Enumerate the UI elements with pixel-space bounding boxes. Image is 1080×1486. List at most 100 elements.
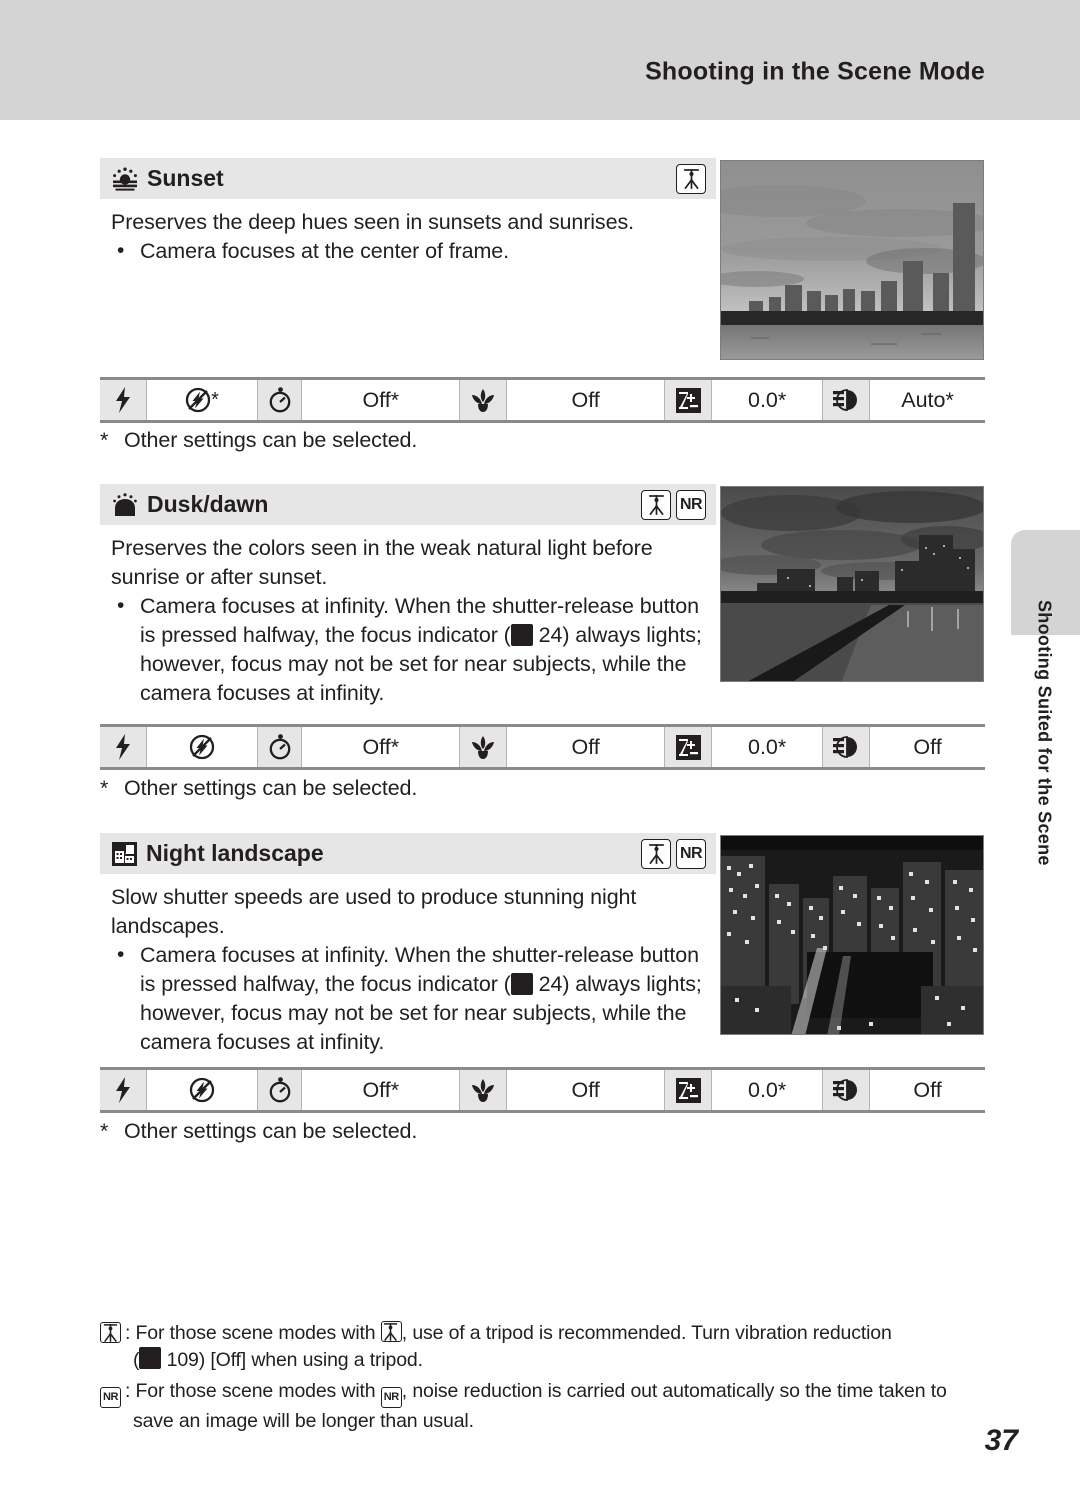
tripod-icon [676,163,706,194]
self-timer-value: Off* [302,1070,461,1110]
list-item: Camera focuses at infinity. When the shu… [111,591,716,708]
image-brightness-icon [823,380,871,420]
footnote-text: Other settings can be selected. [124,1119,418,1143]
scene-name: Sunset [147,165,224,191]
list-item: Camera focuses at the center of frame. [111,236,716,266]
scene-badges: NR [641,838,706,869]
footnote-text: Other settings can be selected. [124,428,418,452]
scene-badges [676,163,706,194]
tripod-icon [100,1320,121,1347]
bullet-line-4: however, focus may not be set for near s… [140,1001,687,1025]
flash-icon [100,380,147,420]
scene-text-column: Night landscape NR Slow shutter speeds a… [100,833,716,1057]
settings-row-sunset: * Off* Off 0.0* Auto* [100,377,985,423]
macro-value: Off [507,727,666,767]
nr-note-b: , noise reduction is carried out automat… [401,1380,947,1402]
tripod-note-text: : For those scene modes with , use of a … [125,1320,1000,1347]
exposure-value: 0.0* [711,380,824,420]
exposure-value: 0.0* [711,1070,824,1110]
bullet-line-2: is pressed halfway, the focus indicator … [140,972,511,996]
footnote-marker: * [100,428,109,452]
flash-value-cell [146,727,259,767]
scene-name: Dusk/dawn [147,491,269,517]
scene-bullet-list: Camera focuses at the center of frame. [111,236,716,266]
footnote-marker: * [100,776,109,800]
scene-body: Slow shutter speeds are used to produce … [100,874,716,1057]
macro-value: Off [507,380,666,420]
self-timer-icon [258,727,303,767]
nr-icon: NR [676,489,706,520]
exposure-compensation-icon [665,727,712,767]
flash-off-icon [185,387,211,413]
tripod-note-a: : For those scene modes with [125,1322,381,1344]
page-content: Sunset Preserves the deep hues seen in s… [0,0,1080,1486]
bullet-line-2: is pressed halfway, the focus indicator … [140,623,511,647]
exposure-value: 0.0* [711,727,824,767]
nr-note-line2: save an image will be longer than usual. [100,1408,1000,1435]
flash-off-icon [189,734,215,760]
dusk-dawn-photo [720,486,984,682]
settings-footnote-night-landscape: * Other settings can be selected. [100,1119,417,1144]
nr-note: NR : For those scene modes with NR, nois… [100,1378,1000,1408]
image-brightness-value: Auto* [870,380,985,420]
focus-indicator-icon [510,624,533,646]
tripod-icon [641,838,671,869]
tripod-note-d: 109) [Off] when using a tripod. [166,1349,423,1371]
settings-row-dusk-dawn: Off* Off 0.0* Off [100,724,985,770]
scene-header: Night landscape NR [100,833,716,874]
nr-note-c: save an image will be longer than usual. [133,1410,474,1432]
tripod-note: : For those scene modes with , use of a … [100,1320,1000,1347]
scene-bullet-list: Camera focuses at infinity. When the shu… [111,591,716,708]
exposure-compensation-icon [665,380,712,420]
bullet-line-1: Camera focuses at infinity. When the shu… [140,943,699,967]
bullet-line-4: however, focus may not be set for near s… [140,652,687,676]
settings-footnote-dusk-dawn: * Other settings can be selected. [100,776,417,801]
nr-icon-inline: NR [380,1387,402,1408]
macro-icon [460,1070,508,1110]
scene-description: Preserves the colors seen in the weak na… [111,536,653,589]
tripod-icon-inline [380,1321,402,1342]
focus-indicator-icon [510,973,533,995]
image-brightness-icon [823,727,871,767]
scene-body: Preserves the colors seen in the weak na… [100,525,716,708]
flash-icon [100,1070,147,1110]
dusk-dawn-icon [112,492,138,517]
sunset-icon [112,167,138,191]
flash-icon [100,727,147,767]
footer-notes: : For those scene modes with , use of a … [100,1320,1000,1435]
scene-header: Dusk/dawn NR [100,484,716,525]
nr-note-text: : For those scene modes with NR, noise r… [125,1378,1000,1408]
scene-text-column: Dusk/dawn NR Preserves the colors seen i… [100,484,716,708]
scene-body: Preserves the deep hues seen in sunsets … [100,199,716,266]
sunset-photo [720,160,984,360]
list-item: Camera focuses at infinity. When the shu… [111,940,716,1057]
scene-title-row: Night landscape [112,840,324,867]
scene-text-column: Sunset Preserves the deep hues seen in s… [100,158,716,266]
self-timer-value: Off* [302,727,461,767]
bullet-line-1: Camera focuses at infinity. When the shu… [140,594,699,618]
settings-row-night-landscape: Off* Off 0.0* Off [100,1067,985,1113]
scene-title-row: Dusk/dawn [112,491,268,518]
flash-value-cell [146,1070,259,1110]
focus-indicator-icon [139,1347,162,1369]
night-landscape-photo [720,835,984,1035]
night-landscape-icon [112,841,137,866]
macro-icon [460,380,508,420]
scene-description: Slow shutter speeds are used to produce … [111,885,637,938]
footnote-marker: * [100,1119,109,1143]
macro-value: Off [507,1070,666,1110]
image-brightness-icon [823,1070,871,1110]
page-number: 37 [984,1424,1018,1457]
tripod-note-b: , use of a tripod is recommended. Turn v… [401,1322,892,1344]
nr-icon: NR [676,838,706,869]
tripod-note-line2: ( 109) [Off] when using a tripod. [100,1347,1000,1374]
footnote-text: Other settings can be selected. [124,776,418,800]
bullet-line-5: camera focuses at infinity. [140,681,385,705]
nr-note-a: : For those scene modes with [125,1380,381,1402]
self-timer-icon [258,380,303,420]
flash-off-icon [189,1077,215,1103]
image-brightness-value: Off [870,727,985,767]
scene-header: Sunset [100,158,716,199]
flash-value-cell: * [146,380,259,420]
exposure-compensation-icon [665,1070,712,1110]
